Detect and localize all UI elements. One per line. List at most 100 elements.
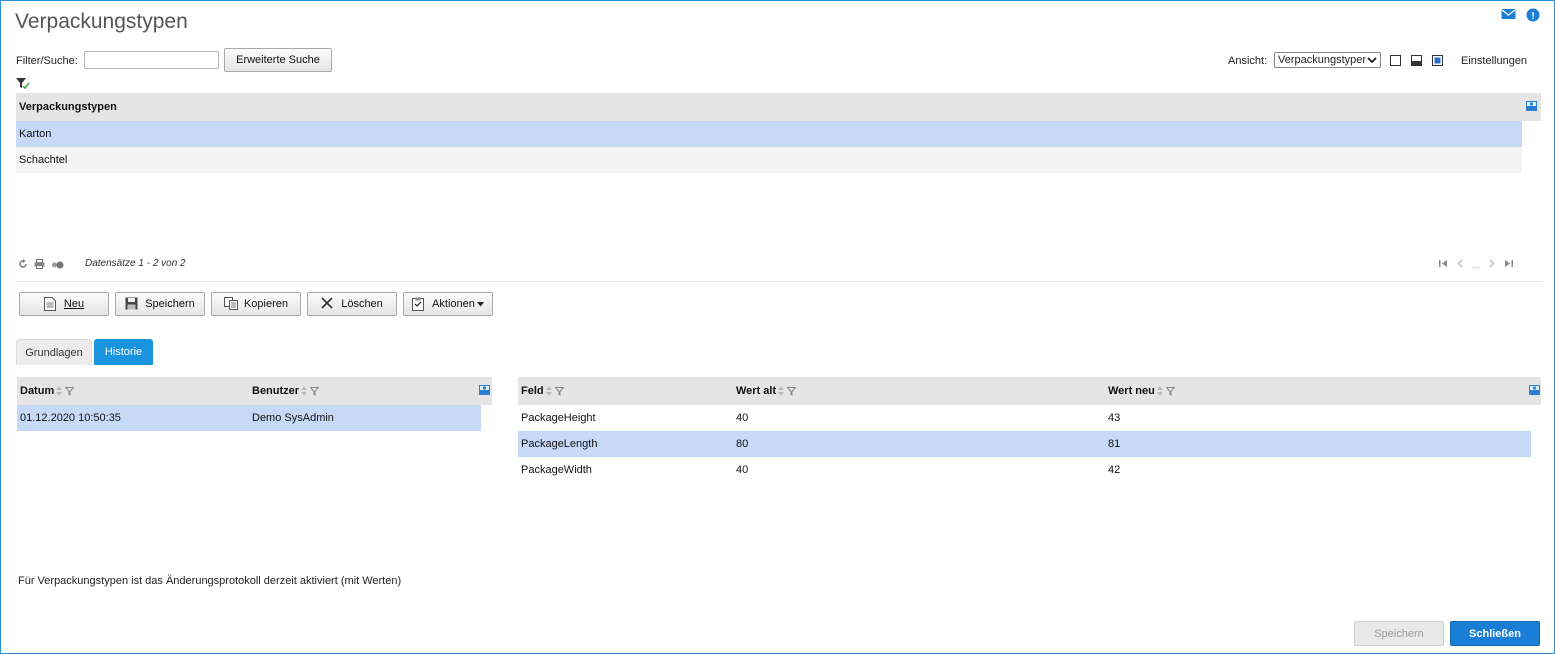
column-header-benutzer-label: Benutzer <box>252 385 300 397</box>
sort-icon <box>1156 386 1163 396</box>
tab-grundlagen[interactable]: Grundlagen <box>16 339 92 365</box>
changes-grid-header: Feld Wert alt Wert neu <box>518 377 1541 405</box>
column-header-datum-label: Datum <box>20 385 55 397</box>
print-icon[interactable] <box>34 259 45 272</box>
column-chooser-icon[interactable] <box>1529 384 1540 398</box>
sort-icon <box>56 386 63 396</box>
sort-icon <box>545 386 552 396</box>
table-cell-feld: PackageWidth <box>521 464 592 476</box>
records-count: Datensätze 1 - 2 von 2 <box>85 258 186 269</box>
actions-button-label: Aktionen <box>432 298 475 310</box>
main-grid-header: Verpackungstypen <box>16 93 1541 121</box>
view-layout-full-icon[interactable] <box>1432 55 1443 66</box>
table-cell-wert-neu: 43 <box>1108 412 1121 424</box>
filter-icon <box>310 386 320 396</box>
table-row[interactable]: Karton <box>16 121 1522 147</box>
save-button[interactable]: Speichern <box>115 292 205 316</box>
copy-button-label: Kopieren <box>243 298 289 310</box>
view-layout-split-icon[interactable] <box>1411 55 1422 66</box>
column-header-benutzer[interactable]: Benutzer <box>249 385 320 397</box>
table-cell-benutzer: Demo SysAdmin <box>252 412 334 424</box>
table-cell-wert-alt: 40 <box>736 412 749 424</box>
view-select[interactable]: Verpackungstypen <box>1274 52 1381 68</box>
page-title: Verpackungstypen <box>15 10 188 33</box>
caret-down-icon <box>476 298 484 310</box>
chevron-down-icon <box>1367 54 1377 67</box>
extended-search-label: Erweiterte Suche <box>236 54 320 66</box>
column-header-verpackungstypen[interactable]: Verpackungstypen <box>16 101 117 113</box>
help-icon[interactable]: ! <box>1526 8 1542 22</box>
document-icon <box>43 297 58 311</box>
sort-filter-icons <box>778 386 797 396</box>
new-button-label: Neu <box>63 298 85 310</box>
table-cell-wert-alt: 40 <box>736 464 749 476</box>
filter-search-input[interactable] <box>84 51 219 69</box>
main-grid: Verpackungstypen Karton Schachtel <box>16 93 1541 173</box>
table-cell-wert-alt: 80 <box>736 438 749 450</box>
table-cell-wert-neu: 81 <box>1108 438 1121 450</box>
window-frame: Verpackungstypen ! Filter/Suche: Erweite… <box>0 0 1555 654</box>
close-button[interactable]: Schließen <box>1450 621 1540 646</box>
save-button-label: Speichern <box>145 298 195 310</box>
pager: ... <box>1439 259 1514 271</box>
column-header-wert-alt[interactable]: Wert alt <box>733 385 1105 397</box>
column-header-wert-neu[interactable]: Wert neu <box>1105 385 1175 397</box>
mail-icon[interactable] <box>1501 8 1517 22</box>
svg-text:!: ! <box>1531 11 1534 22</box>
filter-icon <box>65 386 75 396</box>
history-grid-header: Datum Benutzer <box>17 377 492 405</box>
divider <box>16 281 1541 282</box>
first-page-icon[interactable] <box>1439 259 1448 271</box>
column-header-datum[interactable]: Datum <box>17 385 249 397</box>
view-layout-single-icon[interactable] <box>1390 55 1401 66</box>
settings-link[interactable]: Einstellungen <box>1461 55 1527 67</box>
prev-page-icon[interactable] <box>1457 259 1463 271</box>
changes-grid: Feld Wert alt Wert neu PackageHeight 40 … <box>518 377 1541 483</box>
actions-button[interactable]: Aktionen <box>403 292 493 316</box>
table-cell-verpackungstyp: Schachtel <box>19 154 68 166</box>
tab-historie[interactable]: Historie <box>94 339 153 365</box>
column-header-feld-label: Feld <box>521 385 544 397</box>
sort-icon <box>301 386 308 396</box>
new-button[interactable]: Neu <box>19 292 109 316</box>
grid-footer-tools <box>18 259 64 272</box>
table-row[interactable]: PackageWidth 40 42 <box>518 457 1531 483</box>
column-chooser-icon[interactable] <box>1526 100 1537 114</box>
last-page-icon[interactable] <box>1504 259 1514 271</box>
filter-label: Filter/Suche: <box>16 55 78 67</box>
extended-search-button[interactable]: Erweiterte Suche <box>224 48 332 72</box>
sort-filter-icons <box>301 386 320 396</box>
sort-icon <box>778 386 785 396</box>
delete-button[interactable]: Löschen <box>307 292 397 316</box>
pager-ellipsis: ... <box>1472 259 1481 271</box>
refresh-icon[interactable] <box>18 259 28 272</box>
column-header-wert-alt-label: Wert alt <box>736 385 777 397</box>
close-icon <box>321 297 335 311</box>
sort-filter-icons <box>56 386 75 396</box>
footer-save-button[interactable]: Speichern <box>1354 621 1444 646</box>
next-page-icon[interactable] <box>1489 259 1495 271</box>
table-cell-feld: PackageHeight <box>521 412 596 424</box>
column-chooser-icon[interactable] <box>479 384 490 398</box>
table-row[interactable]: PackageHeight 40 43 <box>518 405 1531 431</box>
sort-filter-icons <box>545 386 564 396</box>
table-cell-datum: 01.12.2020 10:50:35 <box>20 412 121 424</box>
table-cell-verpackungstyp: Karton <box>19 128 52 140</box>
column-header-feld[interactable]: Feld <box>518 385 733 397</box>
history-grid: Datum Benutzer 01.12.2020 10:50:35 Demo … <box>17 377 492 431</box>
table-cell-wert-neu: 42 <box>1108 464 1121 476</box>
floppy-disk-icon <box>125 297 139 311</box>
table-row[interactable]: 01.12.2020 10:50:35 Demo SysAdmin <box>17 405 481 431</box>
active-filter-icon[interactable] <box>16 78 30 93</box>
filter-icon <box>787 386 797 396</box>
table-row[interactable]: PackageLength 80 81 <box>518 431 1531 457</box>
table-cell-feld: PackageLength <box>521 438 598 450</box>
filter-icon <box>554 386 564 396</box>
group-icon[interactable] <box>51 260 64 272</box>
change-log-status-text: Für Verpackungstypen ist das Änderungspr… <box>18 575 402 587</box>
copy-button[interactable]: Kopieren <box>211 292 301 316</box>
view-select-value: Verpackungstypen <box>1278 54 1366 66</box>
view-label: Ansicht: <box>1228 55 1268 67</box>
column-header-wert-neu-label: Wert neu <box>1108 385 1155 397</box>
table-row[interactable]: Schachtel <box>16 147 1522 173</box>
